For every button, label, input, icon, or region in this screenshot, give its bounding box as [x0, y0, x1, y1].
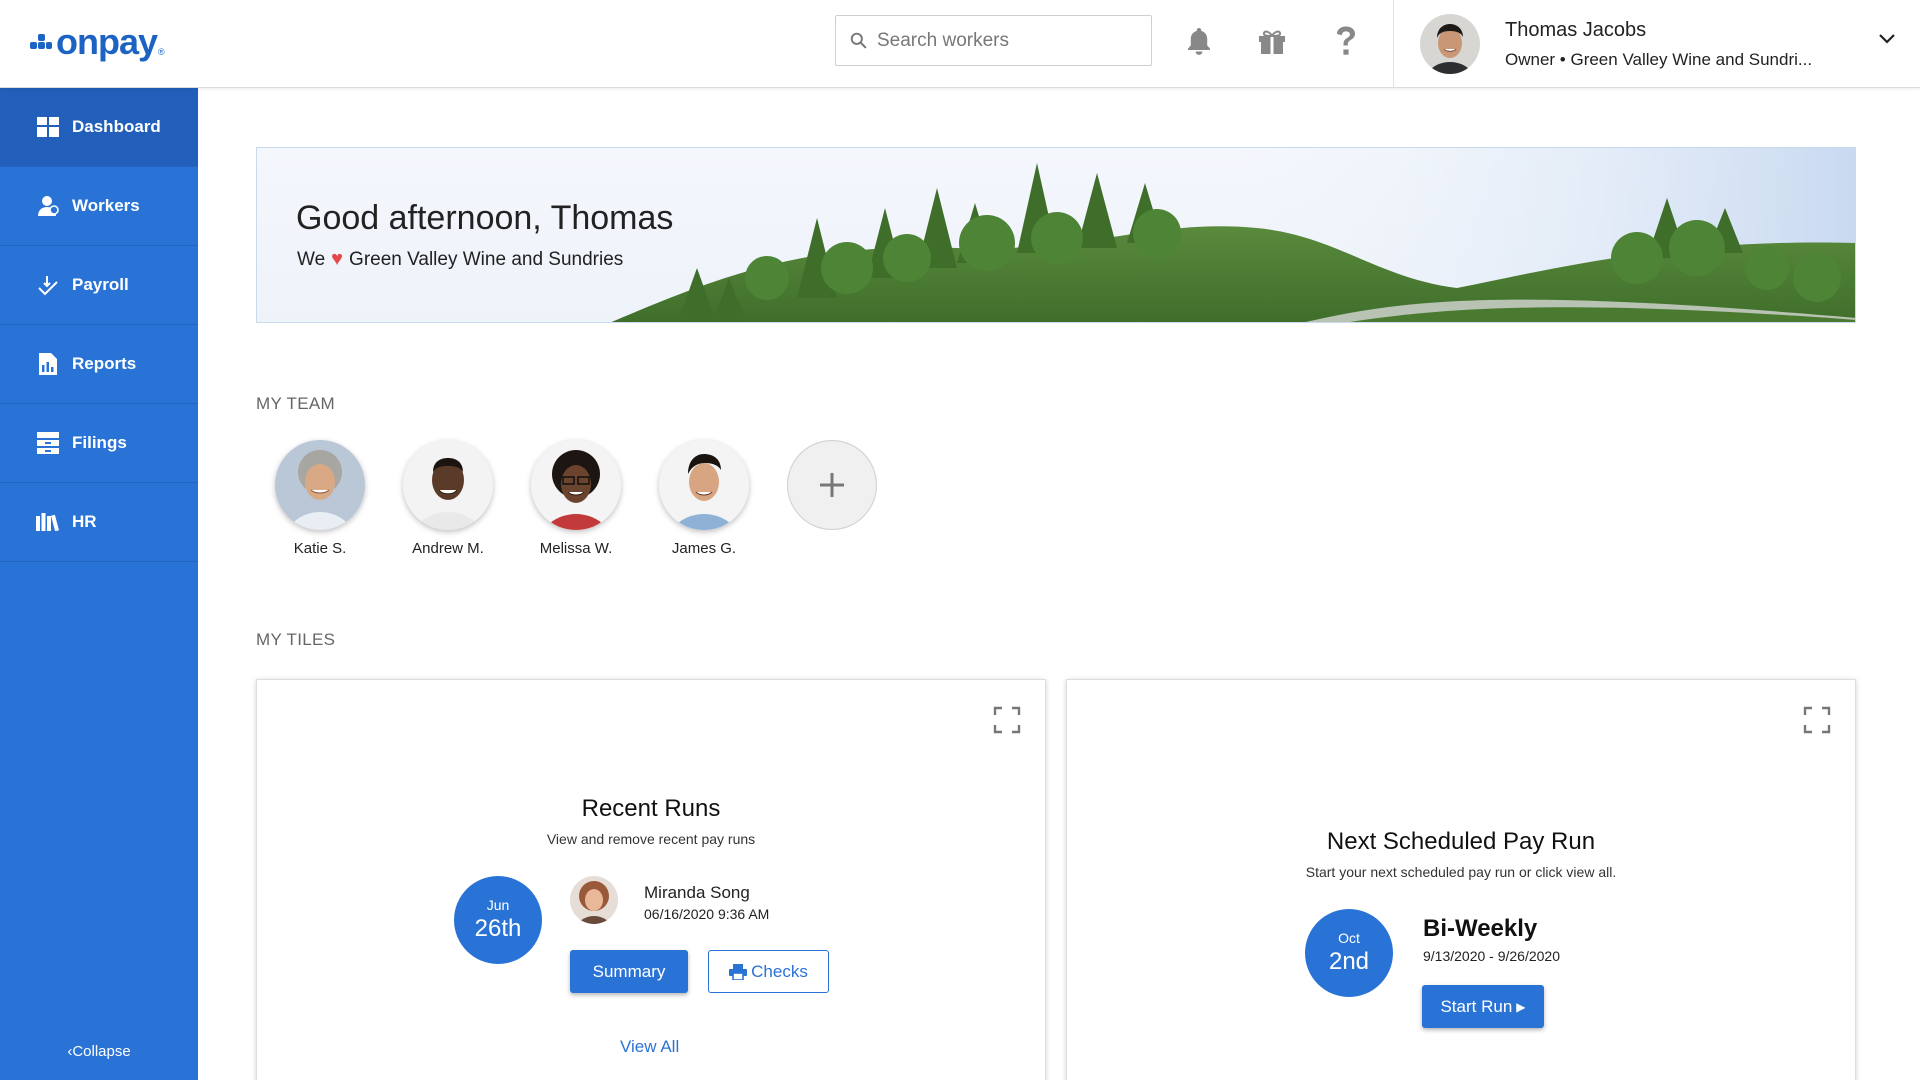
reports-icon: [36, 352, 60, 376]
search-box[interactable]: [835, 15, 1152, 66]
sidebar-item-label: Filings: [72, 433, 127, 452]
search-icon: [850, 32, 867, 49]
heart-icon: ♥: [331, 248, 344, 270]
header-divider: [1393, 0, 1394, 88]
run-month: Jun: [486, 897, 510, 913]
sidebar-item-payroll[interactable]: Payroll: [0, 246, 198, 325]
sidebar-item-label: Reports: [72, 354, 137, 373]
my-tiles-label: MY TILES: [256, 630, 336, 649]
company-love-line: We ♥ Green Valley Wine and Sundries: [297, 248, 623, 271]
dashboard-icon: [36, 115, 60, 139]
avatar: [570, 876, 618, 924]
avatar: [275, 440, 365, 530]
sidebar-item-dashboard[interactable]: Dashboard: [0, 88, 198, 167]
avatar: [531, 440, 621, 530]
collapse-label: Collapse: [72, 1043, 131, 1060]
summary-button[interactable]: Summary: [570, 950, 688, 993]
onpay-logo[interactable]: onpay ®: [30, 22, 165, 62]
sidebar-item-reports[interactable]: Reports: [0, 325, 198, 404]
team-member-james[interactable]: James G.: [640, 440, 768, 557]
company-name: Green Valley Wine and Sundries: [349, 248, 624, 270]
user-role-company: Owner • Green Valley Wine and Sundri...: [1505, 49, 1813, 69]
run-timestamp: 06/16/2020 9:36 AM: [644, 906, 770, 922]
member-name: James G.: [671, 540, 737, 557]
recent-runs-tile: Recent Runs View and remove recent pay r…: [256, 679, 1046, 1080]
sidebar: Dashboard Workers Payroll Reports Filing…: [0, 88, 198, 1080]
avatar: [659, 440, 749, 530]
tile-title: Next Scheduled Pay Run: [1326, 828, 1596, 855]
user-avatar: [1420, 14, 1480, 74]
team-member-andrew[interactable]: Andrew M.: [384, 440, 512, 557]
tile-subtitle: Start your next scheduled pay run or cli…: [1305, 864, 1617, 880]
member-name: Melissa W.: [539, 540, 613, 557]
start-run-button[interactable]: Start Run ▶: [1422, 985, 1544, 1028]
avatar: [403, 440, 493, 530]
filings-icon: [36, 431, 60, 455]
gift-icon[interactable]: [1255, 24, 1289, 58]
start-run-label: Start Run: [1440, 996, 1513, 1016]
bell-icon[interactable]: [1182, 24, 1216, 58]
sidebar-item-hr[interactable]: HR: [0, 483, 198, 562]
hr-icon: [36, 510, 60, 534]
member-name: Andrew M.: [412, 540, 484, 557]
payroll-icon: [36, 273, 60, 297]
sidebar-item-label: Dashboard: [72, 117, 161, 136]
sidebar-item-label: HR: [72, 512, 97, 531]
help-icon[interactable]: [1329, 24, 1363, 58]
logo-text: onpay: [56, 21, 158, 62]
expand-icon[interactable]: [1803, 706, 1831, 734]
caret-right-icon: ▶: [1516, 999, 1526, 1014]
we-text: We: [297, 248, 326, 270]
sidebar-item-label: Payroll: [72, 275, 129, 294]
my-team-label: MY TEAM: [256, 394, 335, 413]
user-menu[interactable]: Thomas Jacobs Owner • Green Valley Wine …: [1420, 13, 1910, 75]
welcome-banner: Good afternoon, Thomas We ♥ Green Valley…: [256, 147, 1856, 323]
tile-subtitle: View and remove recent pay runs: [546, 831, 756, 847]
sidebar-item-label: Workers: [72, 196, 140, 215]
next-run-month: Oct: [1338, 930, 1360, 946]
expand-icon[interactable]: [993, 706, 1021, 734]
top-bar: onpay ® Thomas Jacobs Owner • Green Vall…: [0, 0, 1920, 88]
next-pay-run-tile: Next Scheduled Pay Run Start your next s…: [1066, 679, 1856, 1080]
pay-period: 9/13/2020 - 9/26/2020: [1423, 948, 1561, 964]
user-name: Thomas Jacobs: [1505, 18, 1647, 41]
next-run-day: 2nd: [1328, 948, 1370, 975]
sidebar-item-filings[interactable]: Filings: [0, 404, 198, 483]
next-run-date-badge: Oct 2nd: [1305, 909, 1393, 997]
pay-frequency: Bi-Weekly: [1423, 915, 1538, 942]
logo-registered-mark: ®: [158, 47, 165, 57]
team-list: Katie S. Andrew M. Melissa W. James G.: [256, 440, 877, 557]
run-day: 26th: [474, 915, 522, 942]
plus-icon: [820, 473, 844, 497]
checks-button[interactable]: Checks: [708, 950, 829, 993]
checks-label: Checks: [751, 961, 808, 981]
logo-mark: [30, 34, 52, 56]
sidebar-item-workers[interactable]: Workers: [0, 167, 198, 246]
run-date-badge: Jun 26th: [454, 876, 542, 964]
team-member-melissa[interactable]: Melissa W.: [512, 440, 640, 557]
tile-title: Recent Runs: [581, 795, 721, 822]
run-person-name: Miranda Song: [644, 883, 750, 902]
member-name: Katie S.: [293, 540, 347, 557]
main-content: Good afternoon, Thomas We ♥ Green Valley…: [198, 88, 1920, 1080]
chevron-down-icon[interactable]: [1878, 33, 1896, 45]
search-input[interactable]: [877, 29, 1137, 52]
collapse-button[interactable]: ‹Collapse: [0, 1043, 198, 1060]
team-member-katie[interactable]: Katie S.: [256, 440, 384, 557]
view-all-link[interactable]: View All: [620, 1037, 679, 1057]
greeting-title: Good afternoon, Thomas: [296, 199, 674, 237]
add-team-member-button[interactable]: [787, 440, 877, 530]
workers-icon: [36, 194, 60, 218]
printer-icon: [729, 963, 748, 980]
